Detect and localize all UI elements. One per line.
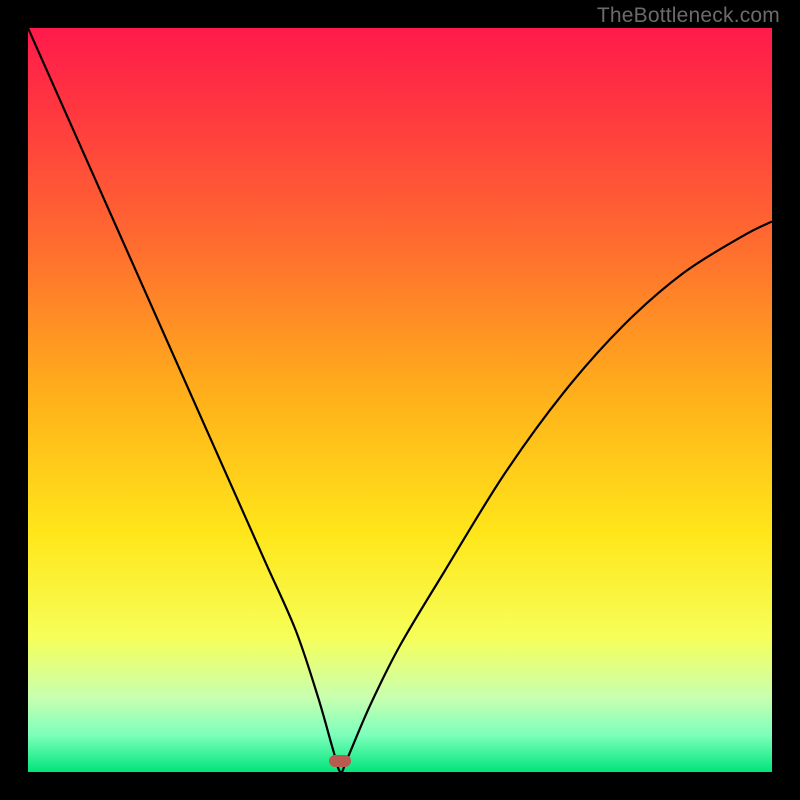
chart-frame: TheBottleneck.com [0,0,800,800]
bottleneck-curve [28,28,772,772]
watermark-text: TheBottleneck.com [597,4,780,28]
plot-area [28,28,772,772]
optimum-marker [329,755,351,767]
